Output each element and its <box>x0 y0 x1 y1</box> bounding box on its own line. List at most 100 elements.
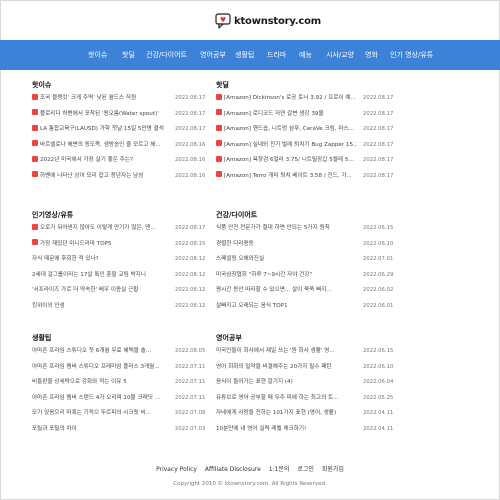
list-item[interactable]: 바르셀로나 해변의 동도목, 생방송인 줄 모르고 해... 2022.08.16 <box>32 139 205 152</box>
list-item-title[interactable]: 모기 앉음으리 따혹는 기적으 뚜르피의 시크릿 비... <box>32 407 167 420</box>
list-item-title[interactable]: 아마존 프라임 멤버 스탠드 4가 오리며 10불 크레딧 ... <box>32 392 167 405</box>
list-item[interactable]: 오로가 뒤어낸지 않아도 이렇게 만기가 많은, 엔... 2022.08.17 <box>32 222 205 235</box>
list-item-title[interactable]: 식품 안전 전문가가 절대 하면 안되는 5가지 원칙 <box>216 222 356 235</box>
list-item-title[interactable]: 조국 블랭킷' 크게 주역' 낮된 월드스 직원 <box>32 92 167 105</box>
list-item[interactable]: [Amazon] 핸드솝, 니트렁 삼푸, CeraVe 크림, 마스... 20… <box>216 123 393 136</box>
list-item[interactable]: 플로리다 허벤에서 포착된 '용오름(Water spout)' 2022.08.… <box>32 108 205 121</box>
list-item[interactable]: 2022년 미국에서 가장 살기 좋은 주는? 2022.08.16 <box>32 154 205 167</box>
list-item-title[interactable]: [Amazon] 욕창검 6컬러 3.75/ 니트릴장갑 5켤레 5... <box>216 154 356 167</box>
list-item[interactable]: 영어 회화의 밀약을 비결해주는 20가지 필수 패턴 2022.06.10 <box>216 361 393 374</box>
nav-item-health[interactable]: 건강/다이어트 <box>146 40 187 70</box>
list-item-text: 비들판을 상세략으로 강화와 적는 이유 5 <box>32 379 127 385</box>
list-item[interactable]: 미국인들이 회사에서 제일 쓰는 '원 회사 생활' 영... 2022.06.1… <box>216 345 393 358</box>
list-item-title[interactable]: '서프라이즈 가르 더 약속한' 배우 이종실 근황 <box>32 284 167 297</box>
section-title-english-study[interactable]: 영어공부 <box>216 333 242 343</box>
list-item[interactable]: LA 통합교육구(LAUSD) 가학 첫날 15일 5만명 결석 2022.08.… <box>32 123 205 136</box>
list-item[interactable]: 가장 재밌던 미니드라마 TOP5 2022.08.15 <box>32 238 205 251</box>
list-item[interactable]: [Amazon] Terro 개미 퇴치 베이트 3.58 / 진드, 가...… <box>216 170 393 183</box>
list-item-title[interactable]: 플로리다 허벤에서 포착된 '용오름(Water spout)' <box>32 108 167 121</box>
list-item[interactable]: 하벤에 나타난 상어 모리 잡고 청년자는 남성 2022.08.16 <box>32 170 205 183</box>
list-item-title[interactable]: 평시간 동안 따라할 수 있으면... 살이 쭉쭉 빠지... <box>216 284 356 297</box>
list-item[interactable]: [Amazon] 실내외 전기 벌레 퇴치기 Bug Zapper 15.20 2… <box>216 139 393 152</box>
list-item[interactable]: 유튜브로 영어 공부할 때 우주 피에 하는 최고의 트... 2022.05.2… <box>216 392 393 405</box>
list-item-title[interactable]: [Amazon] 실내외 전기 벌레 퇴치기 Bug Zapper 15.20 <box>216 139 356 152</box>
list-item[interactable]: 10분만에 내 영어 실력 레벨 체크하기! 2022.04.11 <box>216 423 393 436</box>
nav-item-variety[interactable]: 예능 <box>299 40 312 70</box>
list-item-title[interactable]: 영어 회화의 밀약을 비결해주는 20가지 필수 패턴 <box>216 361 356 374</box>
nav-item-movies[interactable]: 영화 <box>365 40 378 70</box>
nav-item-drama[interactable]: 드라마 <box>267 40 286 70</box>
nav-item-hot-deal[interactable]: 핫딜 <box>122 40 135 70</box>
list-item-title[interactable]: 2022년 미국에서 가장 살기 좋은 주는? <box>32 154 167 167</box>
list-item-title[interactable]: 비들판을 상세략으로 강화와 적는 이유 5 <box>32 376 167 389</box>
login-link[interactable]: 로그인 <box>297 466 314 473</box>
list-item-title[interactable]: 음식이 들어가는 표현 알기지 (4) <box>216 376 356 389</box>
nav-item-current-affairs[interactable]: 시사/교양 <box>326 40 354 70</box>
list-item-title[interactable]: 스페셜링 오해와진실 <box>216 253 356 266</box>
list-item[interactable]: 식품 안전 전문가가 절대 하면 안되는 5가지 원칙 2022.06.15 <box>216 222 393 235</box>
list-item-title[interactable]: 가장 재밌던 미니드라마 TOP5 <box>32 238 167 251</box>
section-title-hot-deal[interactable]: 핫딜 <box>216 80 229 90</box>
list-item[interactable]: 조국 블랭킷' 크게 주역' 낮된 월드스 직원 2022.08.17 <box>32 92 205 105</box>
privacy-policy-link[interactable]: Privacy Policy <box>156 466 197 473</box>
list-item[interactable]: 아마존 프라임 멤버 스탠드 4가 오리며 10불 크레딧 ... 2022.07… <box>32 392 205 405</box>
list-item[interactable]: [Amazon] 욕창검 6컬러 3.75/ 니트릴장갑 5켤레 5... 202… <box>216 154 393 167</box>
list-item-title[interactable]: 유튜브로 영어 공부할 때 우주 피에 하는 최고의 트... <box>216 392 356 405</box>
list-item[interactable]: 자네에게 사랑을 전하는 101가지 표현 (영어, 생활) 2022.04.11 <box>216 407 393 420</box>
list-item[interactable]: 포틸과 포틸의 차이 2022.07.03 <box>32 423 205 436</box>
list-item[interactable]: 비들판을 상세략으로 강화와 적는 이유 5 2022.07.11 <box>32 376 205 389</box>
nav-item-english[interactable]: 영어공부 <box>200 40 226 70</box>
list-item-title[interactable]: [Amazon] Dickinson's 로공 토너 3.92 / 프로이 예.… <box>216 92 356 105</box>
list-item[interactable]: 평시간 동안 따라할 수 있으면... 살이 쭉쭉 빠지... 2022.06.0… <box>216 284 393 297</box>
site-logo[interactable]: ktownstory.com <box>215 12 321 30</box>
list-item-date: 2022.07.03 <box>175 425 206 432</box>
list-item-title[interactable]: LA 통합교육구(LAUSD) 가학 첫날 15일 5만명 결석 <box>32 123 167 136</box>
list-item[interactable]: 아마존 프라임 멤버 스튜디오 프레미엄 플러스 3개월... 2022.07.1… <box>32 361 205 374</box>
list-item[interactable]: 자식 때문에 후회한 적 있나? 2022.08.12 <box>32 253 205 266</box>
section-title-life-tips[interactable]: 생활팁 <box>32 333 51 343</box>
list-item[interactable]: '서프라이즈 가르 더 약속한' 배우 이종실 근황 2022.08.12 <box>32 284 205 297</box>
section-title-hot-issue[interactable]: 핫이슈 <box>32 80 51 90</box>
list-item-title[interactable]: [Amazon] Terro 개미 퇴치 베이트 3.58 / 진드, 가... <box>216 170 356 183</box>
section-title-health-diet[interactable]: 건강/다이어트 <box>216 210 257 220</box>
list-item-title[interactable]: 10분만에 내 영어 실력 레벨 체크하기! <box>216 423 356 436</box>
list-item-title[interactable]: 오로가 뒤어낸지 않아도 이렇게 만기가 많은, 엔... <box>32 222 167 235</box>
list-item[interactable]: 킹위이의 인생 2022.08.12 <box>32 300 205 313</box>
list-item[interactable]: 2세대 걸그룹이라는 17살 톡인 훈팔 교팀 박지니 2022.08.12 <box>32 269 205 282</box>
list-item-title[interactable]: 킹위이의 인생 <box>32 300 167 313</box>
list-item-title[interactable]: 아마존 프라임 멤버 스튜디오 프레미엄 플러스 3개월... <box>32 361 167 374</box>
list-item-title[interactable]: [Amazon] 핸드솝, 니트렁 삼푸, CeraVe 크림, 마스... <box>216 123 356 136</box>
list-item-date: 2022.06.10 <box>363 240 394 247</box>
chat-bubble-logo-icon <box>215 13 231 29</box>
affiliate-disclosure-link[interactable]: Affiliate Disclosure <box>205 466 261 473</box>
list-item-title[interactable]: 자네에게 사랑을 전하는 101가지 표현 (영어, 생활) <box>216 407 356 420</box>
list-item[interactable]: 음식이 들어가는 표현 알기지 (4) 2022.06.04 <box>216 376 393 389</box>
list-item[interactable]: 미국심장협회 "하루 7~9시간 자야 건강" 2022.06.29 <box>216 269 393 282</box>
list-item-title[interactable]: 포틸과 포틸의 차이 <box>32 423 167 436</box>
nav-item-life-tips[interactable]: 생활팁 <box>235 40 254 70</box>
list-item[interactable]: 살빠지고 오래되는 음식 TOP1 2022.06.01 <box>216 300 393 313</box>
list-item[interactable]: 스페셜링 오해와진실 2022.07.01 <box>216 253 393 266</box>
signup-link[interactable]: 회원가입 <box>322 466 344 473</box>
list-item-title[interactable]: 아마존 프라임 스튜디오 첫 6개월 무료 혜택을 솔... <box>32 345 167 358</box>
list-item-title[interactable]: 경렬한 다리용동 <box>216 238 356 251</box>
list-item[interactable]: 아마존 프라임 스튜디오 첫 6개월 무료 혜택을 솔... 2022.08.05 <box>32 345 205 358</box>
list-item[interactable]: 경렬한 다리용동 2022.06.10 <box>216 238 393 251</box>
list-item-title[interactable]: 자식 때문에 후회한 적 있나? <box>32 253 167 266</box>
list-item[interactable]: [Amazon] 로디코드 자연 갈변 생강 39불 2022.08.17 <box>216 108 393 121</box>
list-item-title[interactable]: 미국인들이 회사에서 제일 쓰는 '원 회사 생활' 영... <box>216 345 356 358</box>
list-item[interactable]: [Amazon] Dickinson's 로공 토너 3.92 / 프로이 예.… <box>216 92 393 105</box>
list-item-title[interactable]: 미국심장협회 "하루 7~9시간 자야 건강" <box>216 269 356 282</box>
section-title-popular-videos[interactable]: 인기영상/유튜 <box>32 210 73 220</box>
new-badge-icon <box>32 124 38 131</box>
list-item-title[interactable]: 바르셀로나 해변의 동도목, 생방송인 줄 모르고 해... <box>32 139 167 152</box>
list-item-title[interactable]: [Amazon] 로디코드 자연 갈변 생강 39불 <box>216 108 356 121</box>
list-item[interactable]: 모기 앉음으리 따혹는 기적으 뚜르피의 시크릿 비... 2022.07.08 <box>32 407 205 420</box>
list-item-title[interactable]: 살빠지고 오래되는 음식 TOP1 <box>216 300 356 313</box>
list-item-date: 2022.08.17 <box>363 141 394 148</box>
nav-item-popular-videos[interactable]: 인기 영상/유튜 <box>390 40 433 70</box>
list-item-title[interactable]: 2세대 걸그룹이라는 17살 톡인 훈팔 교팀 박지니 <box>32 269 167 282</box>
nav-item-hot-issue[interactable]: 핫이슈 <box>88 40 107 70</box>
inquiry-link[interactable]: 1:1문의 <box>269 466 290 473</box>
list-item-title[interactable]: 하벤에 나타난 상어 모리 잡고 청년자는 남성 <box>32 170 167 183</box>
